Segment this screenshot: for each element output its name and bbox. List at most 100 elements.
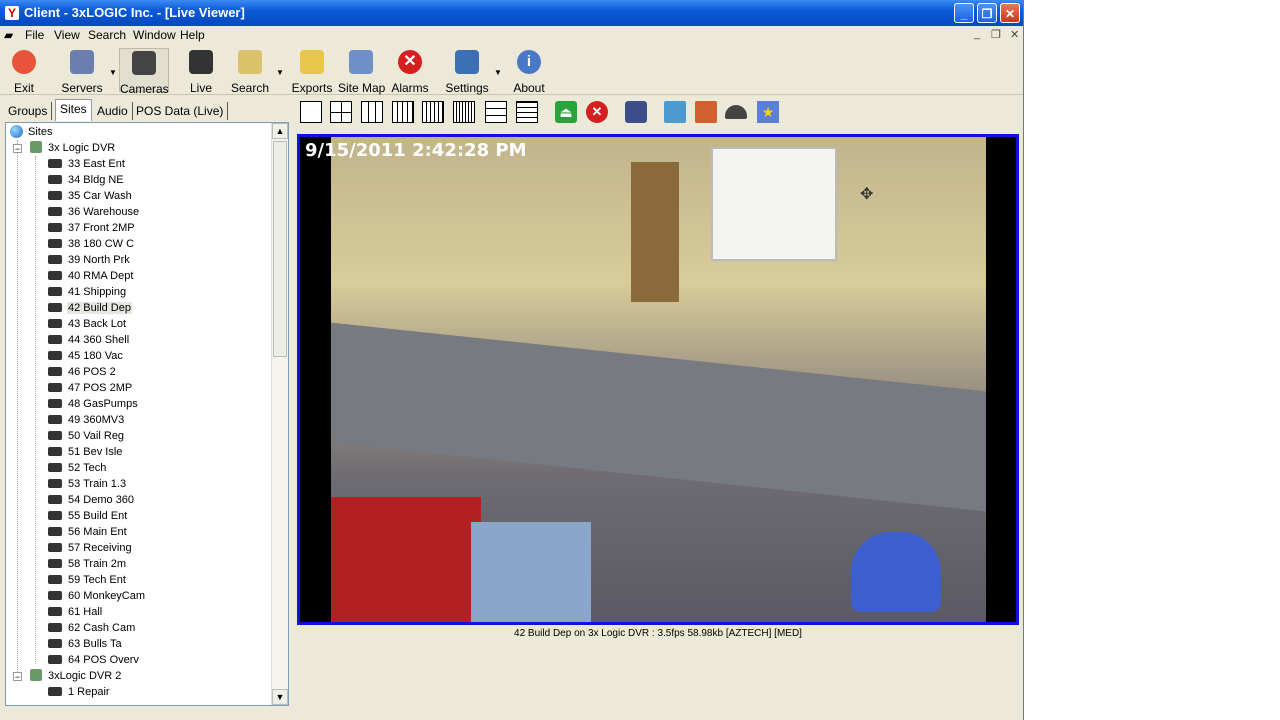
tree-camera-item[interactable]: 38 180 CW C (48, 236, 135, 252)
tree-camera-item[interactable]: 54 Demo 360 (48, 492, 135, 508)
tree-camera-item[interactable]: 37 Front 2MP (48, 220, 136, 236)
person-shape (471, 522, 591, 622)
layout-4x4-icon[interactable] (392, 101, 414, 123)
fullscreen-icon[interactable] (695, 101, 717, 123)
tree-camera-item[interactable]: 42 Build Dep (48, 300, 132, 316)
layout-2x2-icon[interactable] (330, 101, 352, 123)
mdi-minimize-button[interactable]: _ (974, 28, 980, 40)
menu-window[interactable]: Window (133, 28, 176, 42)
tree-camera-item[interactable]: 33 East Ent (48, 156, 126, 172)
layout-6x6-icon[interactable] (453, 101, 475, 123)
close-button[interactable]: ✕ (1000, 3, 1020, 23)
tree-camera-item[interactable]: 52 Tech (48, 460, 107, 476)
tab-groups[interactable]: Groups (4, 102, 53, 120)
minimize-button[interactable]: _ (954, 3, 974, 23)
about-button[interactable]: i About (508, 48, 550, 95)
tree-camera-item[interactable]: 35 Car Wash (48, 188, 133, 204)
layout-custom-2-icon[interactable] (516, 101, 538, 123)
maximize-button[interactable]: ❐ (977, 3, 997, 23)
cameras-button[interactable]: Cameras (119, 48, 169, 96)
exit-button[interactable]: Exit (4, 48, 44, 95)
tree-camera-item[interactable]: 47 POS 2MP (48, 380, 133, 396)
camera-icon (48, 366, 62, 376)
menu-app-icon[interactable]: ▰ (4, 28, 13, 42)
scroll-down-icon[interactable]: ▼ (272, 689, 288, 705)
tree-camera-item[interactable]: 46 POS 2 (48, 364, 117, 380)
title-bar[interactable]: Y Client - 3xLOGIC Inc. - [Live Viewer] … (0, 0, 1023, 26)
tree-camera-item[interactable]: 61 Hall (48, 604, 103, 620)
search-dropdown-icon[interactable]: ▼ (276, 68, 284, 77)
menu-file[interactable]: File (25, 28, 44, 42)
tree-camera-item[interactable]: 44 360 Shell (48, 332, 130, 348)
tree-camera-item[interactable]: 49 360MV3 (48, 412, 125, 428)
mdi-restore-button[interactable]: ❐ (991, 28, 1001, 41)
collapse-dvr1-icon[interactable]: − (13, 144, 22, 154)
tree-camera-item[interactable]: 40 RMA Dept (48, 268, 134, 284)
menu-view[interactable]: View (54, 28, 80, 42)
monitor-icon[interactable] (625, 101, 647, 123)
video-caption: 42 Build Dep on 3x Logic DVR : 3.5fps 58… (514, 628, 802, 639)
dvr-icon (30, 141, 42, 154)
tab-sites[interactable]: Sites (55, 99, 92, 121)
layout-custom-icon[interactable] (485, 101, 507, 123)
favorite-icon[interactable]: ★ (757, 101, 779, 123)
tree-camera-item[interactable]: 34 Bldg NE (48, 172, 125, 188)
dome-camera-icon[interactable] (725, 105, 747, 119)
eject-icon[interactable]: ⏏ (555, 101, 577, 123)
video-frame[interactable]: 9/15/2011 2:42:28 PM ✥ (300, 137, 1016, 622)
layout-5x5-icon[interactable] (422, 101, 444, 123)
tree-camera-1-repair[interactable]: 1 Repair (48, 684, 111, 700)
tree-camera-item[interactable]: 41 Shipping (48, 284, 127, 300)
tree-camera-item[interactable]: 48 GasPumps (48, 396, 139, 412)
layout-3x3-icon[interactable] (361, 101, 383, 123)
alarms-button[interactable]: ✕ Alarms (390, 48, 430, 95)
site-map-icon (349, 50, 373, 74)
tree-camera-item[interactable]: 58 Train 2m (48, 556, 127, 572)
scroll-thumb[interactable] (273, 141, 287, 357)
tree-camera-item[interactable]: 50 Vail Reg (48, 428, 125, 444)
camera-icon (48, 286, 62, 296)
stop-icon[interactable]: ✕ (586, 101, 608, 123)
settings-dropdown-icon[interactable]: ▼ (494, 68, 502, 77)
menu-help[interactable]: Help (180, 28, 205, 42)
tree-camera-item[interactable]: 51 Bev Isle (48, 444, 123, 460)
tree-camera-item[interactable]: 45 180 Vac (48, 348, 124, 364)
tree-dvr-3x-logic-dvr[interactable]: 3x Logic DVR (30, 140, 116, 156)
servers-dropdown-icon[interactable]: ▼ (109, 68, 117, 77)
search-button[interactable]: Search (228, 48, 272, 95)
tree-dvr-3xlogic-dvr-2[interactable]: 3xLogic DVR 2 (30, 668, 122, 684)
chair-shape (851, 532, 941, 612)
live-button[interactable]: Live (182, 48, 220, 95)
servers-button[interactable]: Servers (58, 48, 106, 95)
layout-1x1-icon[interactable] (300, 101, 322, 123)
mdi-close-button[interactable]: ✕ (1010, 28, 1019, 41)
video-pane[interactable]: 9/15/2011 2:42:28 PM ✥ (297, 134, 1019, 625)
tree-camera-item[interactable]: 39 North Prk (48, 252, 131, 268)
tree-camera-item[interactable]: 64 POS Overv (48, 652, 140, 668)
tab-pos-data-live[interactable]: POS Data (Live) (132, 102, 229, 120)
tree-camera-item[interactable]: 63 Bulls Ta (48, 636, 123, 652)
settings-button[interactable]: Settings (442, 48, 492, 95)
tree-camera-item[interactable]: 57 Receiving (48, 540, 133, 556)
exports-button[interactable]: Exports (290, 48, 334, 95)
site-map-button[interactable]: Site Map (338, 48, 385, 95)
tab-audio[interactable]: Audio (93, 102, 133, 120)
tree-camera-item[interactable]: 53 Train 1.3 (48, 476, 127, 492)
menu-search[interactable]: Search (88, 28, 126, 42)
collapse-dvr2-icon[interactable]: − (13, 672, 22, 682)
camera-icon (48, 190, 62, 200)
tree-scrollbar[interactable]: ▲ ▼ (271, 123, 288, 705)
tree-camera-item[interactable]: 55 Build Ent (48, 508, 128, 524)
tree-camera-item[interactable]: 62 Cash Cam (48, 620, 136, 636)
tree-camera-item[interactable]: 36 Warehouse (48, 204, 140, 220)
tree-camera-item[interactable]: 59 Tech Ent (48, 572, 127, 588)
video-timestamp: 9/15/2011 2:42:28 PM (305, 140, 527, 161)
tree-camera-item[interactable]: 56 Main Ent (48, 524, 128, 540)
snapshot-icon[interactable] (664, 101, 686, 123)
sites-tree[interactable]: Sites − 3x Logic DVR 33 East Ent 34 Bldg … (5, 122, 289, 706)
scroll-up-icon[interactable]: ▲ (272, 123, 288, 139)
tree-camera-item[interactable]: 60 MonkeyCam (48, 588, 146, 604)
tree-root-sites[interactable]: Sites (10, 124, 53, 140)
tree-camera-item[interactable]: 43 Back Lot (48, 316, 127, 332)
camera-icon (48, 398, 62, 408)
